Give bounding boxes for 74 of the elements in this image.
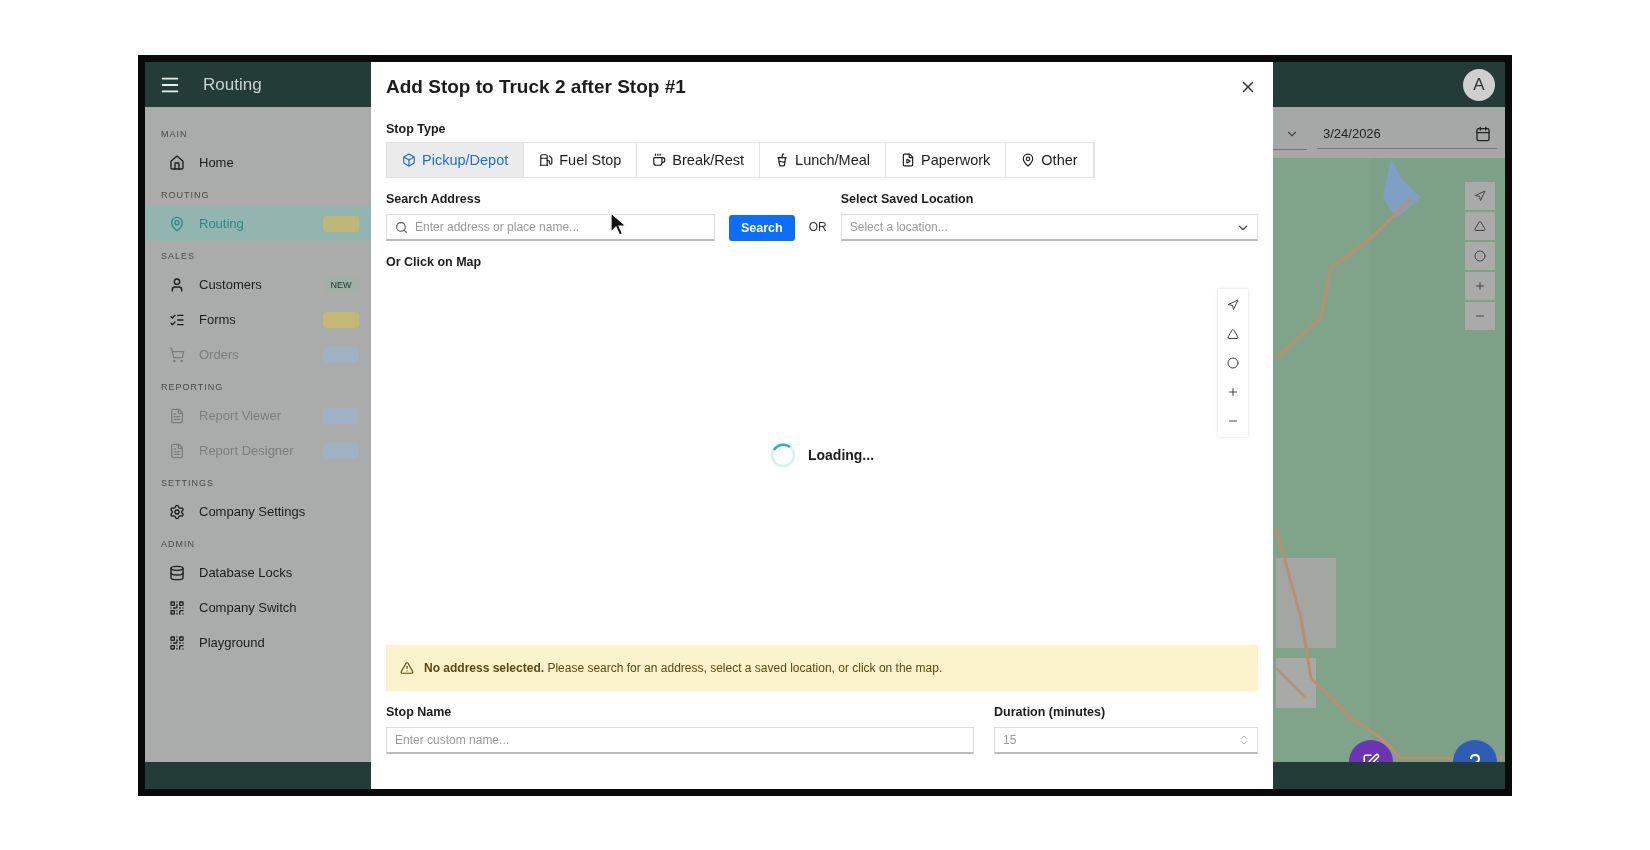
tab-icon: [775, 153, 790, 167]
stop-name-field[interactable]: Enter custom name...: [386, 727, 974, 754]
search-field[interactable]: Enter address or place name...: [386, 214, 715, 241]
spinner-icon: [769, 442, 796, 468]
map-control-icon: [1227, 328, 1239, 340]
warning-text: No address selected. Please search for an address, select a saved location, or click on the map.: [424, 661, 943, 675]
tab-icon: [1021, 153, 1036, 167]
item-label: Database Locks: [199, 565, 293, 580]
item-icon: [169, 634, 185, 651]
search-icon: [395, 221, 408, 234]
section-heading: REPORTING: [160, 381, 225, 394]
section-heading: SETTINGS: [160, 477, 215, 490]
date-value: 3/24/2026: [1323, 126, 1381, 141]
map-control-icon: [1227, 386, 1239, 398]
avatar[interactable]: A: [1463, 68, 1495, 101]
item-icon: [169, 407, 185, 424]
tab-icon: [901, 153, 916, 167]
loading-text: Loading...: [807, 447, 875, 463]
item-label: Home: [199, 155, 234, 170]
item-label: Company Switch: [199, 600, 297, 615]
item-icon: [169, 503, 185, 520]
section-heading: ADMIN: [160, 538, 196, 551]
field-label: Stop Type: [386, 122, 447, 136]
tab-icon: [652, 153, 667, 167]
item-label: Customers: [199, 277, 262, 292]
sidebar-item[interactable]: Forms: [145, 302, 371, 337]
map-control-icon: [1474, 250, 1486, 262]
item-label: Company Settings: [199, 504, 306, 519]
field-label: Duration (minutes): [994, 705, 1107, 719]
sidebar-item[interactable]: Customers NEW: [145, 267, 371, 302]
item-icon: [169, 442, 185, 459]
item-icon: [169, 276, 185, 293]
sidebar-item[interactable]: Company Switch: [145, 590, 371, 625]
map-control-icon: [1474, 190, 1486, 202]
search-button[interactable]: Search: [729, 215, 795, 241]
sidebar-item[interactable]: Playground: [145, 625, 371, 660]
location-select[interactable]: Select a location...: [840, 214, 1258, 241]
map-control-icon: [1227, 299, 1239, 311]
map-control-button[interactable]: [1465, 182, 1495, 210]
date-field[interactable]: 3/24/2026: [1317, 119, 1497, 149]
tab-icon: [402, 153, 416, 167]
item-icon: [169, 564, 185, 581]
stepper-icon[interactable]: [1238, 734, 1250, 746]
tab-icon: [539, 153, 554, 167]
map-control-icon: [1227, 357, 1239, 369]
calendar-icon[interactable]: [1475, 125, 1491, 142]
field-label: Stop Name: [386, 705, 453, 719]
item-icon: [169, 346, 185, 363]
or-text: OR: [808, 220, 827, 236]
sidebar-item[interactable]: Home: [145, 145, 371, 180]
item-icon: [169, 215, 185, 232]
section-heading: MAIN: [160, 128, 189, 141]
item-label: Routing: [199, 216, 244, 231]
field-label: Select Saved Location: [840, 192, 975, 206]
cursor-icon: [610, 212, 628, 238]
item-label: Playground: [199, 635, 265, 650]
dialog-title: Add Stop to Truck 2 after Stop #1: [386, 76, 686, 98]
section-heading: SALES: [160, 250, 197, 263]
item-label: Forms: [199, 312, 236, 327]
sidebar-item[interactable]: Database Locks: [145, 555, 371, 590]
field-label: Search Address: [386, 192, 482, 206]
map-control-icon: [1474, 280, 1486, 292]
section-heading: ROUTING: [160, 189, 211, 202]
item-icon: [169, 599, 185, 616]
app-title: Routing: [203, 74, 262, 95]
field-label: Or Click on Map: [386, 255, 483, 269]
item-icon: [169, 154, 185, 171]
sidebar-item[interactable]: Company Settings: [145, 494, 371, 529]
map-control-button[interactable]: [1465, 242, 1495, 270]
warning-icon: [400, 661, 414, 675]
map-control-button[interactable]: [1465, 212, 1495, 240]
stop-type-tab[interactable]: Pickup/Depot: [387, 143, 525, 177]
status-badge: NEW: [323, 276, 359, 293]
map-control-icon: [1474, 220, 1486, 232]
